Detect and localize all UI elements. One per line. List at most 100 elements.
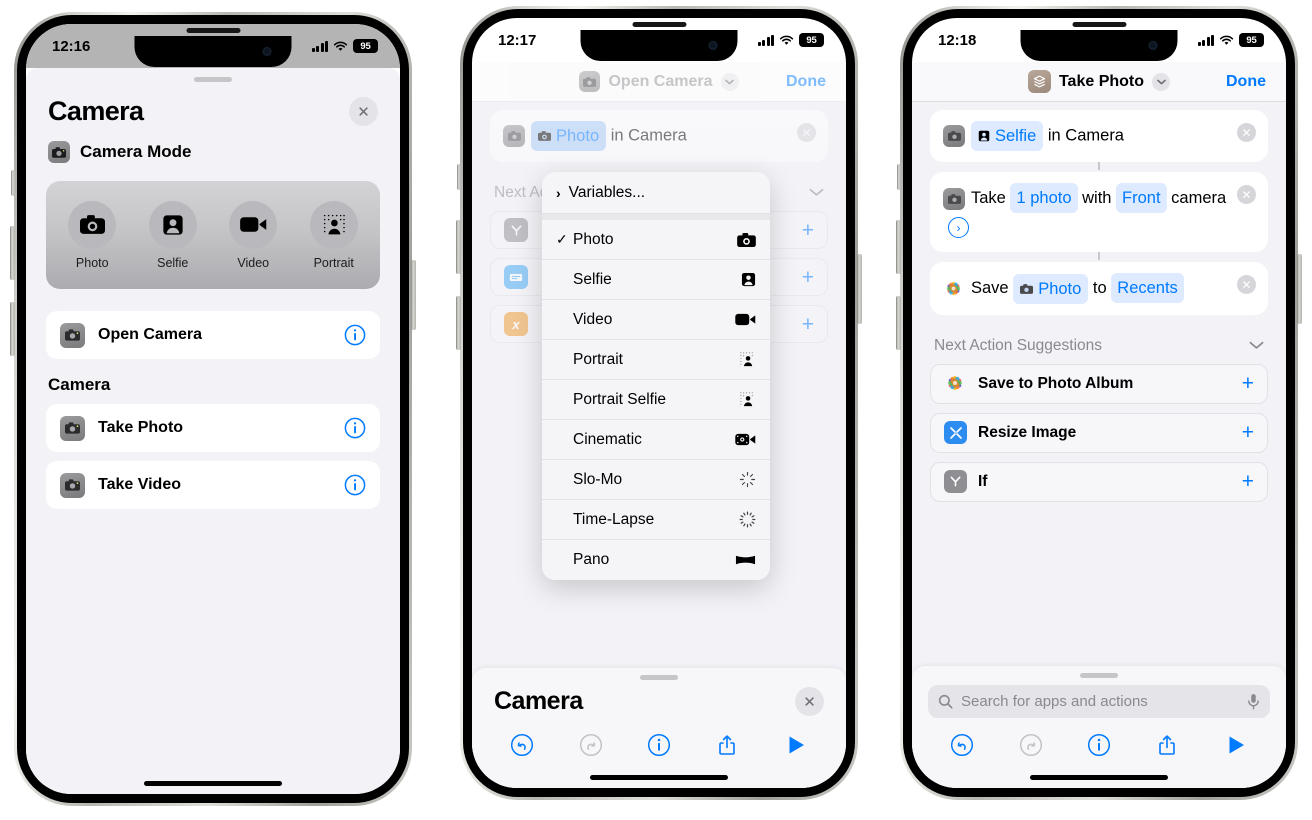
info-icon[interactable] [1086, 732, 1112, 758]
cellular-signal-icon [1197, 34, 1214, 46]
camera-mode-chip[interactable]: Photo [531, 121, 607, 151]
action-label: Open Camera [98, 326, 203, 343]
power-button[interactable] [411, 260, 416, 330]
silent-switch[interactable] [457, 164, 461, 190]
play-icon[interactable] [1223, 732, 1249, 758]
menu-item-photo[interactable]: ✓ Photo [542, 220, 770, 260]
share-icon[interactable] [714, 732, 740, 758]
menu-item-video[interactable]: Video [542, 300, 770, 340]
info-icon[interactable] [344, 324, 366, 346]
silent-switch[interactable] [11, 170, 15, 196]
action-card-open-camera[interactable]: Photo in Camera ✕ [490, 110, 828, 162]
done-button[interactable]: Done [1226, 73, 1266, 91]
menu-item-portrait[interactable]: Portrait [542, 340, 770, 380]
photo-variable-chip[interactable]: Photo [1013, 273, 1089, 304]
shortcut-title-button[interactable]: Open Camera [579, 71, 739, 92]
card-connector [1098, 252, 1100, 260]
dock-grabber-wrap[interactable] [472, 668, 846, 684]
camera-app-icon [48, 141, 70, 163]
suggestion-if[interactable]: If + [930, 461, 1268, 502]
action-card-save-photo[interactable]: Save Photo to Recents ✕ [930, 262, 1268, 315]
play-icon[interactable] [783, 732, 809, 758]
home-indicator[interactable] [1030, 775, 1168, 780]
dock-grabber-wrap[interactable] [912, 666, 1286, 682]
add-action-button[interactable]: + [802, 220, 814, 241]
action-label: Take Video [98, 476, 181, 493]
mic-icon[interactable] [1247, 693, 1260, 710]
menu-item-pano[interactable]: Pano [542, 540, 770, 580]
camera-mode-chip[interactable]: Selfie [971, 121, 1044, 151]
album-chip[interactable]: Recents [1111, 273, 1184, 303]
add-action-button[interactable]: + [1242, 422, 1254, 443]
menu-item-portrait-selfie[interactable]: Portrait Selfie [542, 380, 770, 420]
close-button[interactable]: ✕ [349, 97, 378, 126]
remove-action-button[interactable]: ✕ [1237, 185, 1256, 204]
picker-option-photo[interactable]: Photo [68, 200, 117, 270]
camera-actions-sheet: Camera ✕ Camera Mode Photo Selfie Video … [26, 68, 400, 794]
action-take-video[interactable]: Take Video [46, 461, 380, 509]
close-button[interactable]: ✕ [795, 687, 824, 716]
chevron-down-icon[interactable] [809, 184, 824, 202]
info-icon[interactable] [646, 732, 672, 758]
dock-grabber[interactable] [640, 675, 678, 680]
undo-icon[interactable] [949, 732, 975, 758]
camera-side-chip[interactable]: Front [1116, 183, 1167, 213]
add-action-button[interactable]: + [1242, 471, 1254, 492]
portrait-depth-icon [309, 200, 358, 249]
volume-down-button[interactable] [896, 296, 901, 350]
remove-action-button[interactable]: ✕ [1237, 123, 1256, 142]
volume-down-button[interactable] [456, 296, 461, 350]
remove-action-button[interactable]: ✕ [797, 123, 816, 142]
action-card-open-camera[interactable]: Selfie in Camera ✕ [930, 110, 1268, 162]
expand-details-button[interactable]: › [948, 217, 969, 239]
cinematic-icon [734, 433, 756, 446]
camera-app-icon [60, 472, 85, 498]
action-take-photo[interactable]: Take Photo [46, 404, 380, 452]
action-card-take-photo[interactable]: Take 1 photo with Front camera › ✕ [930, 172, 1268, 252]
shortcut-title-button[interactable]: Take Photo [1027, 70, 1171, 93]
home-indicator[interactable] [144, 781, 282, 786]
chevron-down-icon[interactable] [1152, 72, 1171, 91]
volume-up-button[interactable] [456, 220, 461, 274]
home-indicator[interactable] [590, 775, 728, 780]
search-icon [938, 694, 953, 709]
phone-3: 12:18 95 Take Photo Done Selfie in Camer… [896, 6, 1302, 800]
undo-icon[interactable] [509, 732, 535, 758]
remove-action-button[interactable]: ✕ [1237, 275, 1256, 294]
info-icon[interactable] [344, 474, 366, 496]
info-icon[interactable] [344, 417, 366, 439]
add-action-button[interactable]: + [1242, 373, 1254, 394]
menu-item-cinematic[interactable]: Cinematic [542, 420, 770, 460]
nav-title: Take Photo [1058, 72, 1145, 90]
chevron-down-icon[interactable] [1249, 337, 1264, 355]
suggestion-resize-image[interactable]: Resize Image + [930, 412, 1268, 453]
add-action-button[interactable]: + [802, 267, 814, 288]
power-button[interactable] [1297, 254, 1302, 324]
share-icon[interactable] [1154, 732, 1180, 758]
volume-up-button[interactable] [896, 220, 901, 274]
silent-switch[interactable] [897, 164, 901, 190]
dock-grabber[interactable] [1080, 673, 1118, 678]
done-button[interactable]: Done [786, 73, 826, 91]
action-open-camera[interactable]: Open Camera [46, 311, 380, 359]
video-camera-icon [734, 313, 756, 326]
volume-up-button[interactable] [10, 226, 15, 280]
picker-option-video[interactable]: Video [229, 200, 278, 270]
camera-mode-dropdown-menu[interactable]: › Variables... ✓ Photo Selfie Video Port… [542, 172, 770, 580]
chevron-down-icon[interactable] [720, 72, 739, 91]
menu-item-variables[interactable]: › Variables... [542, 172, 770, 214]
menu-item-selfie[interactable]: Selfie [542, 260, 770, 300]
menu-item-time-lapse[interactable]: Time-Lapse [542, 500, 770, 540]
sheet-grabber-wrap[interactable] [26, 68, 400, 82]
photo-count-chip[interactable]: 1 photo [1010, 183, 1078, 213]
picker-option-selfie[interactable]: Selfie [148, 200, 197, 270]
add-action-button[interactable]: + [802, 314, 814, 335]
search-input[interactable]: Search for apps and actions [928, 685, 1270, 718]
menu-item-slo-mo[interactable]: Slo-Mo [542, 460, 770, 500]
picker-option-portrait[interactable]: Portrait [309, 200, 358, 270]
suggestion-save-to-photo-album[interactable]: Save to Photo Album + [930, 363, 1268, 404]
camera-mode-picker[interactable]: Photo Selfie Video Portrait [46, 181, 380, 289]
volume-down-button[interactable] [10, 302, 15, 356]
power-button[interactable] [857, 254, 862, 324]
page-title: Camera [48, 96, 144, 126]
